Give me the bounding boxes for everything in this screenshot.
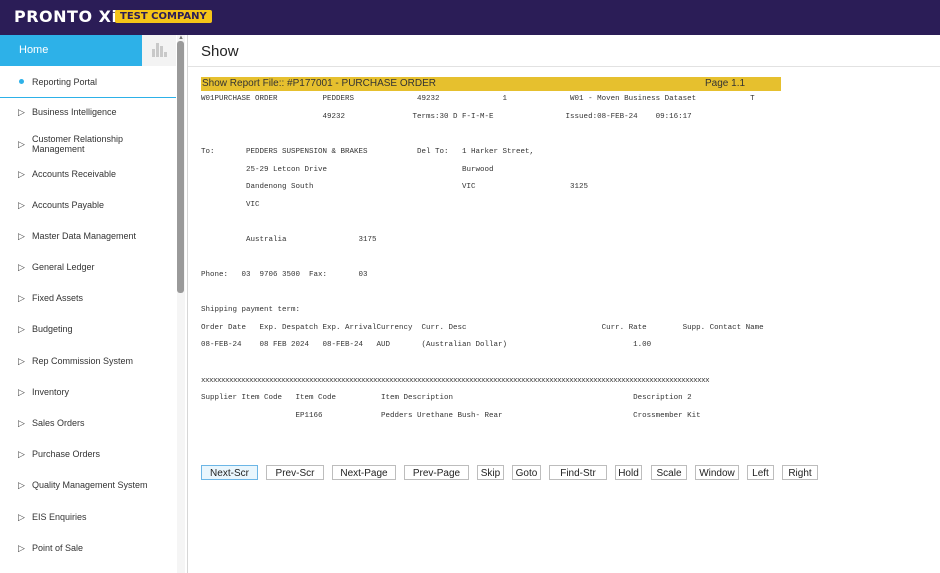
caret-right-icon: ▷ [18, 449, 25, 459]
prev-page-button[interactable]: Prev-Page [404, 465, 469, 480]
caret-right-icon: ▷ [18, 169, 25, 179]
company-badge: TEST COMPANY [115, 10, 212, 23]
report-line: W01PURCHASE ORDER PEDDERS 49232 1 W01 - … [201, 95, 755, 103]
sidebar-item-business-intelligence[interactable]: ▷ Business Intelligence [0, 107, 176, 119]
sidebar-item-reporting-portal[interactable]: Reporting Portal [0, 66, 176, 98]
find-str-button[interactable]: Find-Str [549, 465, 607, 480]
sidebar-item-quality-management[interactable]: ▷ Quality Management System [0, 480, 176, 492]
active-dot-icon [19, 79, 24, 84]
report-line: EP1166 Pedders Urethane Bush- Rear Cross… [201, 412, 701, 420]
sidebar-scrollbar-thumb[interactable] [177, 41, 184, 293]
caret-right-icon: ▷ [18, 512, 25, 522]
sidebar-item-label: Accounts Receivable [32, 169, 117, 179]
caret-right-icon: ▷ [18, 387, 25, 397]
report-line: To: PEDDERS SUSPENSION & BRAKES Del To: … [201, 148, 535, 156]
top-bar: PRONTO Xi TEST COMPANY [0, 0, 940, 35]
caret-right-icon: ▷ [18, 418, 25, 428]
sidebar-item-point-of-sale[interactable]: ▷ Point of Sale [0, 543, 176, 555]
caret-right-icon: ▷ [18, 324, 25, 334]
sidebar-item-rep-commission[interactable]: ▷ Rep Commission System [0, 356, 176, 368]
sidebar-item-label: General Ledger [32, 262, 95, 272]
main-panel: Show Show Report File:: #P177001 - PURCH… [188, 35, 940, 573]
report-line: 25-29 Letcon Drive Burwood [201, 166, 494, 174]
caret-right-icon: ▷ [18, 139, 25, 149]
title-divider [188, 66, 940, 67]
caret-right-icon: ▷ [18, 231, 25, 241]
report-line: Order Date Exp. Despatch Exp. ArrivalCur… [201, 324, 764, 332]
report-line: Supplier Item Code Item Code Item Descri… [201, 394, 692, 402]
goto-button[interactable]: Goto [512, 465, 541, 480]
sidebar-item-label: Point of Sale [32, 543, 84, 553]
sidebar-item-label: Purchase Orders [32, 449, 101, 459]
pronto-logo[interactable]: PRONTO Xi [14, 7, 117, 26]
report-line: 49232 Terms:30 D F-I-M-E Issued:08-FEB-2… [201, 113, 692, 121]
right-button[interactable]: Right [782, 465, 818, 480]
sidebar-item-sales-orders[interactable]: ▷ Sales Orders [0, 418, 176, 430]
caret-right-icon: ▷ [18, 356, 25, 366]
report-page-number: Page 1.1 [705, 78, 746, 89]
caret-right-icon: ▷ [18, 262, 25, 272]
report-title: Show Report File:: #P177001 - PURCHASE O… [202, 78, 436, 89]
sidebar-item-fixed-assets[interactable]: ▷ Fixed Assets [0, 293, 176, 305]
home-label: Home [19, 44, 49, 56]
report-line: 08-FEB-24 08 FEB 2024 08-FEB-24 AUD (Aus… [201, 341, 652, 349]
report-header-bar: Show Report File:: #P177001 - PURCHASE O… [201, 77, 781, 91]
hold-button[interactable]: Hold [615, 465, 642, 480]
sidebar-item-accounts-payable[interactable]: ▷ Accounts Payable [0, 200, 176, 212]
sidebar: Home Reporting Portal ▷ Business Intellig… [0, 35, 188, 573]
next-scr-button[interactable]: Next-Scr [201, 465, 258, 480]
caret-right-icon: ▷ [18, 200, 25, 210]
sidebar-item-label: Customer Relationship Management [32, 134, 124, 154]
page-title: Show [201, 43, 239, 60]
sidebar-item-label: Budgeting [32, 324, 73, 334]
prev-scr-button[interactable]: Prev-Scr [266, 465, 324, 480]
skip-button[interactable]: Skip [477, 465, 504, 480]
sidebar-item-label: Quality Management System [32, 480, 148, 490]
sidebar-item-label: EIS Enquiries [32, 512, 87, 522]
sidebar-item-master-data[interactable]: ▷ Master Data Management [0, 231, 176, 243]
sidebar-item-label: Master Data Management [32, 231, 137, 241]
report-line: Phone: 03 9706 3500 Fax: 03 [201, 271, 368, 279]
report-line: xxxxxxxxxxxxxxxxxxxxxxxxxxxxxxxxxxxxxxxx… [201, 377, 710, 385]
caret-right-icon: ▷ [18, 543, 25, 553]
next-page-button[interactable]: Next-Page [332, 465, 396, 480]
sidebar-item-label: Inventory [32, 387, 70, 397]
caret-right-icon: ▷ [18, 107, 25, 117]
sidebar-item-general-ledger[interactable]: ▷ General Ledger [0, 262, 176, 274]
sidebar-item-crm[interactable]: ▷ Customer Relationship Management [0, 134, 176, 154]
window-button[interactable]: Window [695, 465, 739, 480]
scale-button[interactable]: Scale [651, 465, 687, 480]
sidebar-item-purchase-orders[interactable]: ▷ Purchase Orders [0, 449, 176, 461]
report-line: Shipping payment term: [201, 306, 301, 314]
sidebar-item-accounts-receivable[interactable]: ▷ Accounts Receivable [0, 169, 176, 181]
caret-right-icon: ▷ [18, 293, 25, 303]
sidebar-item-label: Business Intelligence [32, 107, 117, 117]
sidebar-item-label: Sales Orders [32, 418, 85, 428]
left-button[interactable]: Left [747, 465, 774, 480]
sidebar-item-label: Rep Commission System [32, 356, 134, 366]
sidebar-item-label: Reporting Portal [32, 77, 98, 87]
report-line: Australia 3175 [201, 236, 377, 244]
bar-chart-icon[interactable] [142, 35, 176, 66]
home-nav-item[interactable]: Home [0, 35, 142, 66]
sidebar-item-label: Accounts Payable [32, 200, 105, 210]
sidebar-item-eis-enquiries[interactable]: ▷ EIS Enquiries [0, 512, 176, 524]
sidebar-item-budgeting[interactable]: ▷ Budgeting [0, 324, 176, 336]
report-line: Dandenong South VIC 3125 [201, 183, 589, 191]
sidebar-item-label: Fixed Assets [32, 293, 84, 303]
sidebar-item-inventory[interactable]: ▷ Inventory [0, 387, 176, 399]
report-line: VIC [201, 201, 260, 209]
caret-right-icon: ▷ [18, 480, 25, 490]
